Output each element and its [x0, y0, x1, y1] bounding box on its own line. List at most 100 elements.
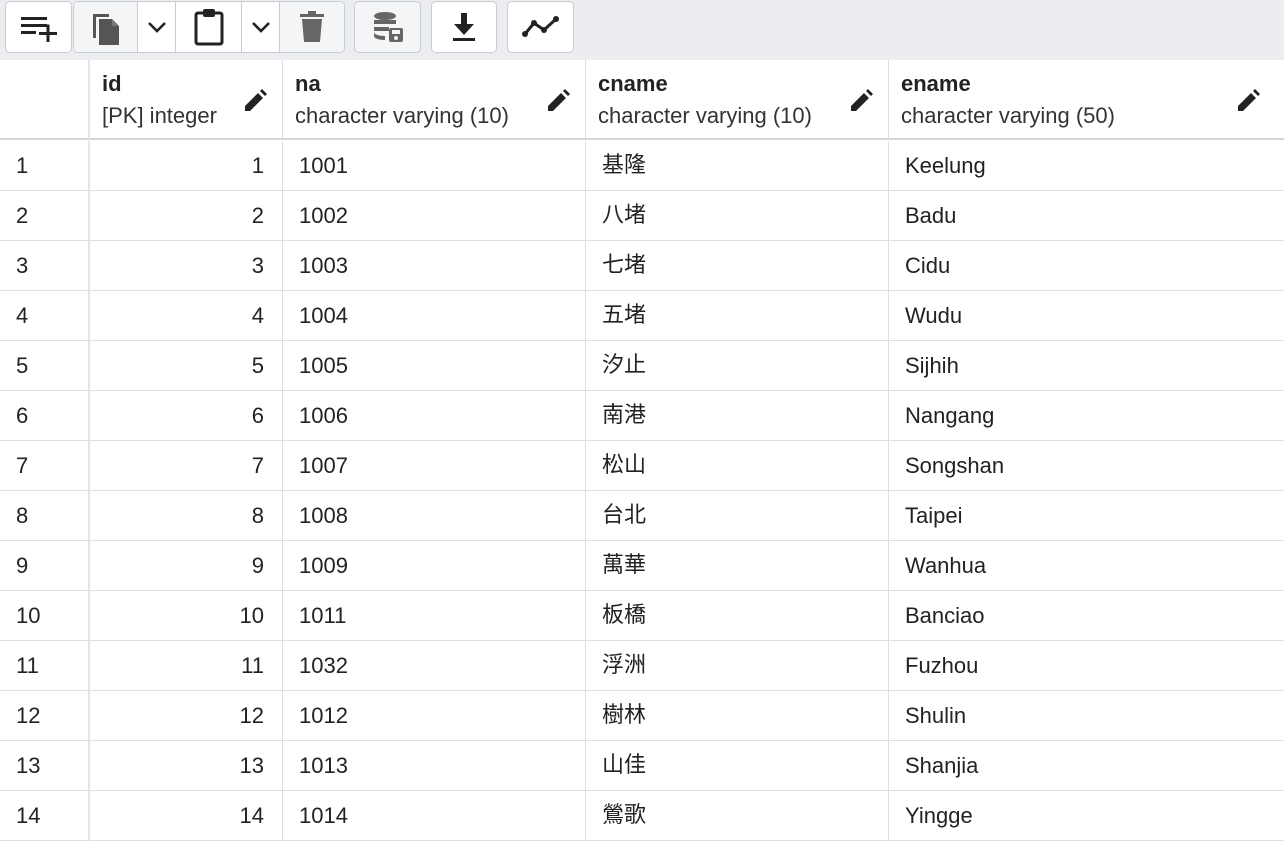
cell-ename[interactable]: Fuzhou — [889, 641, 1284, 691]
cell-na[interactable]: 1032 — [283, 641, 586, 691]
cell-na[interactable]: 1006 — [283, 391, 586, 441]
table-row: 3 3 1003 七堵 Cidu — [0, 241, 1284, 291]
row-number[interactable]: 2 — [0, 191, 90, 241]
cell-na[interactable]: 1005 — [283, 341, 586, 391]
row-number[interactable]: 12 — [0, 691, 90, 741]
cell-ename[interactable]: Wanhua — [889, 541, 1284, 591]
cell-id[interactable]: 1 — [90, 141, 283, 191]
cell-id[interactable]: 3 — [90, 241, 283, 291]
download-button[interactable] — [431, 1, 497, 53]
cell-na[interactable]: 1004 — [283, 291, 586, 341]
cell-id[interactable]: 6 — [90, 391, 283, 441]
add-row-button[interactable] — [5, 1, 72, 53]
row-number[interactable]: 1 — [0, 141, 90, 191]
cell-na[interactable]: 1014 — [283, 791, 586, 841]
row-number[interactable]: 4 — [0, 291, 90, 341]
cell-cname[interactable]: 七堵 — [586, 241, 889, 291]
row-number[interactable]: 8 — [0, 491, 90, 541]
cell-id[interactable]: 4 — [90, 291, 283, 341]
table-row: 5 5 1005 汐止 Sijhih — [0, 341, 1284, 391]
cell-id[interactable]: 12 — [90, 691, 283, 741]
column-header-cname[interactable]: cname character varying (10) — [586, 60, 889, 140]
database-save-icon — [371, 10, 405, 44]
data-grid: id [PK] integer na character varying (10… — [0, 60, 1284, 844]
pencil-icon[interactable] — [545, 88, 571, 114]
pencil-icon[interactable] — [848, 88, 874, 114]
cell-cname[interactable]: 松山 — [586, 441, 889, 491]
cell-id[interactable]: 14 — [90, 791, 283, 841]
cell-na[interactable]: 1007 — [283, 441, 586, 491]
copy-options-dropdown[interactable] — [138, 2, 176, 52]
cell-cname[interactable]: 樹林 — [586, 691, 889, 741]
pencil-icon[interactable] — [1235, 88, 1261, 114]
cell-id[interactable]: 13 — [90, 741, 283, 791]
cell-cname[interactable]: 台北 — [586, 491, 889, 541]
row-number[interactable]: 6 — [0, 391, 90, 441]
cell-cname[interactable]: 萬華 — [586, 541, 889, 591]
cell-na[interactable]: 1012 — [283, 691, 586, 741]
cell-ename[interactable]: Yingge — [889, 791, 1284, 841]
row-number[interactable]: 3 — [0, 241, 90, 291]
cell-id[interactable]: 2 — [90, 191, 283, 241]
cell-id[interactable]: 7 — [90, 441, 283, 491]
graph-visualiser-button[interactable] — [507, 1, 574, 53]
cell-cname[interactable]: 浮洲 — [586, 641, 889, 691]
cell-ename[interactable]: Banciao — [889, 591, 1284, 641]
pencil-icon[interactable] — [242, 88, 268, 114]
cell-ename[interactable]: Shanjia — [889, 741, 1284, 791]
column-name: na — [295, 71, 321, 96]
cell-ename[interactable]: Badu — [889, 191, 1284, 241]
paste-button[interactable] — [176, 2, 242, 52]
copy-paste-group — [73, 1, 345, 53]
cell-na[interactable]: 1011 — [283, 591, 586, 641]
row-number[interactable]: 14 — [0, 791, 90, 841]
row-number[interactable]: 7 — [0, 441, 90, 491]
cell-ename[interactable]: Wudu — [889, 291, 1284, 341]
cell-ename[interactable]: Taipei — [889, 491, 1284, 541]
cell-cname[interactable]: 五堵 — [586, 291, 889, 341]
copy-icon — [89, 8, 123, 46]
cell-ename[interactable]: Shulin — [889, 691, 1284, 741]
cell-na[interactable]: 1008 — [283, 491, 586, 541]
delete-button[interactable] — [280, 2, 344, 52]
copy-button[interactable] — [74, 2, 138, 52]
row-number[interactable]: 11 — [0, 641, 90, 691]
cell-ename[interactable]: Nangang — [889, 391, 1284, 441]
cell-ename[interactable]: Sijhih — [889, 341, 1284, 391]
save-data-button[interactable] — [354, 1, 421, 53]
cell-cname[interactable]: 南港 — [586, 391, 889, 441]
cell-na[interactable]: 1009 — [283, 541, 586, 591]
cell-ename[interactable]: Keelung — [889, 141, 1284, 191]
cell-id[interactable]: 5 — [90, 341, 283, 391]
cell-cname[interactable]: 八堵 — [586, 191, 889, 241]
cell-na[interactable]: 1002 — [283, 191, 586, 241]
cell-cname[interactable]: 鶯歌 — [586, 791, 889, 841]
table-row: 6 6 1006 南港 Nangang — [0, 391, 1284, 441]
column-header-ename[interactable]: ename character varying (50) — [889, 60, 1284, 140]
cell-na[interactable]: 1001 — [283, 141, 586, 191]
cell-ename[interactable]: Songshan — [889, 441, 1284, 491]
row-number[interactable]: 10 — [0, 591, 90, 641]
cell-id[interactable]: 11 — [90, 641, 283, 691]
cell-ename[interactable]: Cidu — [889, 241, 1284, 291]
column-header-na[interactable]: na character varying (10) — [283, 60, 586, 140]
cell-na[interactable]: 1013 — [283, 741, 586, 791]
cell-cname[interactable]: 汐止 — [586, 341, 889, 391]
column-header-id[interactable]: id [PK] integer — [90, 60, 283, 140]
column-type: character varying (50) — [901, 103, 1115, 128]
column-type: character varying (10) — [598, 103, 812, 128]
cell-id[interactable]: 8 — [90, 491, 283, 541]
table-row: 1 1 1001 基隆 Keelung — [0, 141, 1284, 191]
row-number[interactable]: 9 — [0, 541, 90, 591]
paste-options-dropdown[interactable] — [242, 2, 280, 52]
table-row: 8 8 1008 台北 Taipei — [0, 491, 1284, 541]
cell-cname[interactable]: 基隆 — [586, 141, 889, 191]
cell-na[interactable]: 1003 — [283, 241, 586, 291]
row-number-header[interactable] — [0, 60, 90, 140]
cell-id[interactable]: 9 — [90, 541, 283, 591]
cell-id[interactable]: 10 — [90, 591, 283, 641]
row-number[interactable]: 5 — [0, 341, 90, 391]
cell-cname[interactable]: 山佳 — [586, 741, 889, 791]
cell-cname[interactable]: 板橋 — [586, 591, 889, 641]
row-number[interactable]: 13 — [0, 741, 90, 791]
